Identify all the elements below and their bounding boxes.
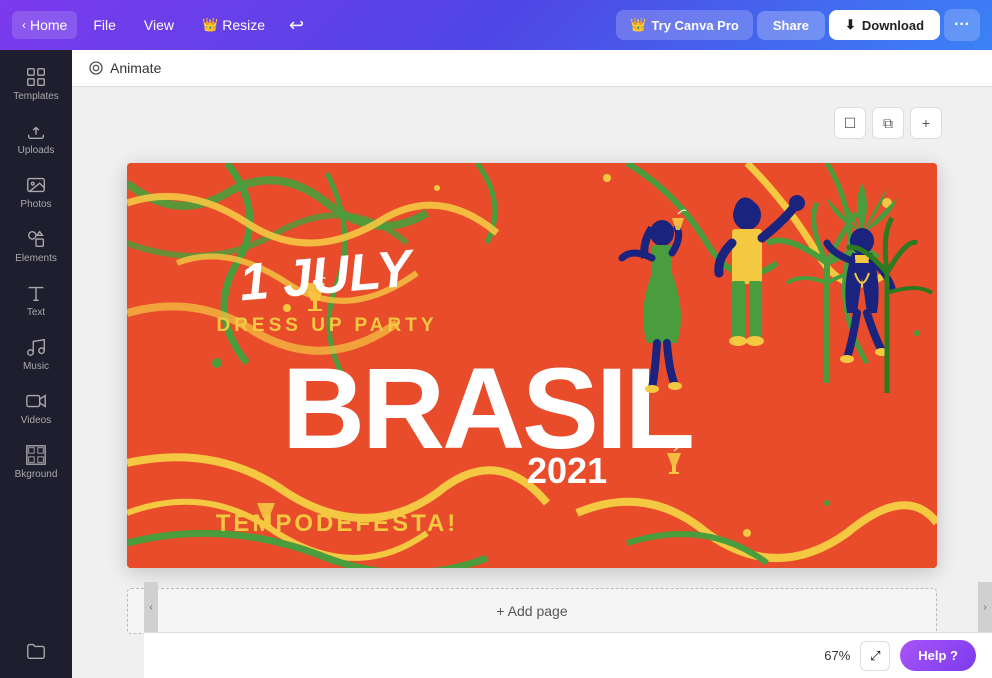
sidebar-item-videos[interactable]: Videos [4, 382, 68, 434]
more-options-button[interactable]: ··· [944, 9, 980, 41]
view-menu[interactable]: View [132, 11, 186, 39]
uploads-label: Uploads [18, 145, 55, 156]
svg-text:TEMPODEFESTA!: TEMPODEFESTA! [216, 510, 459, 537]
folder-icon [25, 640, 47, 662]
share-button[interactable]: Share [757, 11, 825, 40]
canvas-tools: ☐ ⧉ + [122, 107, 942, 139]
photos-label: Photos [20, 199, 51, 210]
scroll-right-button[interactable]: › [978, 582, 992, 632]
photos-icon [25, 174, 47, 196]
animate-icon [88, 60, 104, 76]
undo-button[interactable]: ↩ [281, 9, 312, 42]
resize-crown-icon: 👑 [202, 17, 218, 33]
sidebar: Templates Uploads Photos Elements [0, 50, 72, 678]
design-canvas[interactable]: 1 JULY DRESS UP PARTY BRASIL 2021 TEMPOD… [127, 163, 937, 568]
resize-menu[interactable]: 👑 Resize [190, 11, 277, 39]
background-label: Bkground [15, 469, 58, 480]
try-canva-pro-button[interactable]: 👑 Try Canva Pro [616, 10, 753, 40]
scroll-left-button[interactable]: ‹ [144, 582, 158, 632]
fullscreen-icon: ⤢ [870, 648, 880, 664]
crown-icon: 👑 [630, 17, 646, 33]
svg-text:BRASIL: BRASIL [282, 345, 692, 473]
help-button[interactable]: Help ? [900, 640, 976, 671]
sidebar-item-text[interactable]: Text [4, 274, 68, 326]
svg-text:DRESS UP PARTY: DRESS UP PARTY [216, 315, 437, 336]
add-page-label: + Add page [496, 603, 567, 619]
canvas-scroll-area: ☐ ⧉ + [72, 87, 992, 678]
background-icon [25, 444, 47, 466]
music-label: Music [23, 361, 49, 372]
chevron-left-icon: ‹ [22, 18, 26, 32]
sidebar-item-folder[interactable] [4, 632, 68, 670]
music-icon [25, 336, 47, 358]
duplicate-tool-button[interactable]: ⧉ [872, 107, 904, 139]
text-label: Text [27, 307, 45, 318]
sidebar-item-templates[interactable]: Templates [4, 58, 68, 110]
animate-button[interactable]: Animate [88, 60, 161, 76]
svg-text:2021: 2021 [527, 450, 607, 491]
top-navigation: ‹ Home File View 👑 Resize ↩ 👑 Try Canva … [0, 0, 992, 50]
animate-bar: Animate [72, 50, 992, 87]
bottom-bar: 67% ⤢ Help ? [144, 632, 992, 678]
sidebar-item-uploads[interactable]: Uploads [4, 112, 68, 164]
sidebar-item-photos[interactable]: Photos [4, 166, 68, 218]
main-layout: Templates Uploads Photos Elements [0, 50, 992, 678]
elements-label: Elements [15, 253, 57, 264]
zoom-level: 67% [824, 648, 850, 663]
file-menu[interactable]: File [81, 11, 128, 39]
design-illustration: 1 JULY DRESS UP PARTY BRASIL 2021 TEMPOD… [127, 163, 937, 568]
download-button[interactable]: ⬇ Download [829, 10, 940, 40]
fullscreen-button[interactable]: ⤢ [860, 641, 890, 671]
videos-label: Videos [21, 415, 51, 426]
templates-icon [25, 66, 47, 88]
notes-tool-button[interactable]: ☐ [834, 107, 866, 139]
download-icon: ⬇ [845, 17, 856, 33]
sidebar-item-music[interactable]: Music [4, 328, 68, 380]
add-page-tool-button[interactable]: + [910, 107, 942, 139]
text-icon [25, 282, 47, 304]
videos-icon [25, 390, 47, 412]
home-button[interactable]: ‹ Home [12, 11, 77, 39]
elements-icon [25, 228, 47, 250]
add-page-button[interactable]: + Add page [127, 588, 937, 634]
help-label: Help ? [918, 648, 958, 663]
uploads-icon [25, 120, 47, 142]
templates-label: Templates [13, 91, 59, 102]
home-label: Home [30, 17, 67, 33]
sidebar-item-elements[interactable]: Elements [4, 220, 68, 272]
sidebar-item-background[interactable]: Bkground [4, 436, 68, 488]
